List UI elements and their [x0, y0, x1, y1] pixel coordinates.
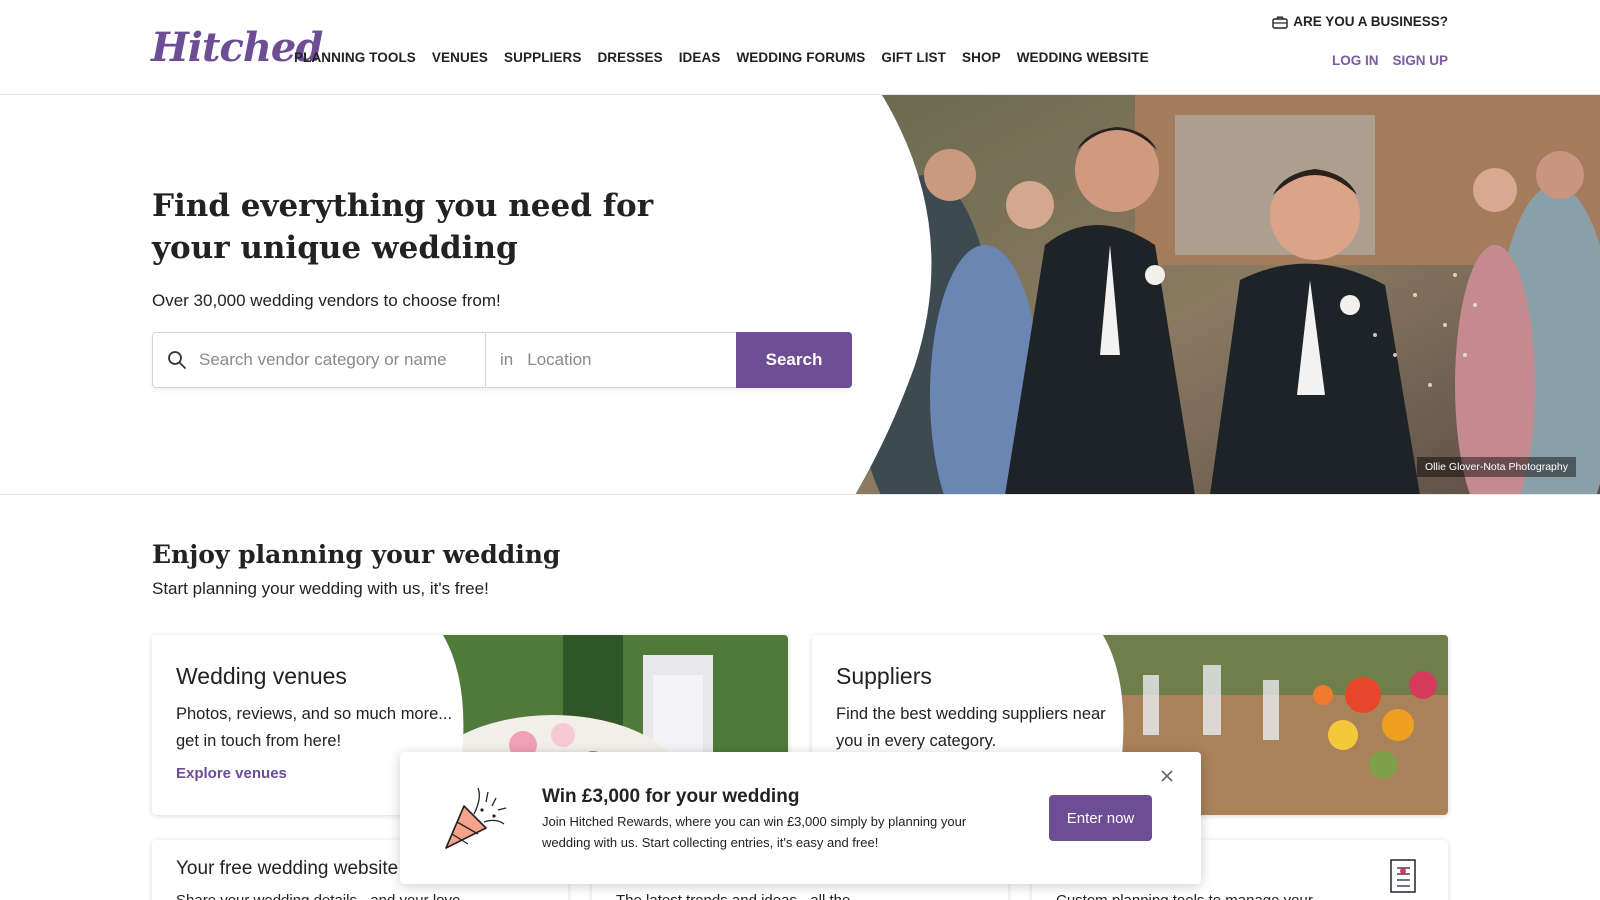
hero-subtitle: Over 30,000 wedding vendors to choose fr…	[152, 291, 501, 310]
suppliers-card-title: Suppliers	[836, 663, 932, 689]
explore-venues-link[interactable]: Explore venues	[176, 765, 287, 782]
venues-card-title: Wedding venues	[176, 663, 347, 689]
nav-venues[interactable]: VENUES	[432, 50, 488, 65]
ideas-card-desc: The latest trends and ideas - all the	[616, 892, 850, 900]
search-button[interactable]: Search	[736, 332, 852, 388]
main-nav: PLANNING TOOLS VENUES SUPPLIERS DRESSES …	[294, 50, 1165, 65]
location-field: in	[486, 333, 737, 387]
nav-wedding-website[interactable]: WEDDING WEBSITE	[1017, 50, 1149, 65]
close-icon[interactable]	[1157, 766, 1177, 786]
nav-shop[interactable]: SHOP	[962, 50, 1001, 65]
party-popper-icon	[445, 787, 507, 849]
business-link-label: ARE YOU A BUSINESS?	[1293, 14, 1448, 29]
category-search-input[interactable]	[199, 350, 469, 370]
enter-now-button[interactable]: Enter now	[1049, 795, 1152, 841]
photo-credit: Ollie Glover-Nota Photography	[1417, 457, 1576, 477]
notebook-icon	[1390, 859, 1416, 893]
rewards-popup: Win £3,000 for your wedding Join Hitched…	[400, 752, 1201, 884]
popup-text: Join Hitched Rewards, where you can win …	[542, 814, 967, 850]
nav-planning-tools[interactable]: PLANNING TOOLS	[294, 50, 416, 65]
section-title: Enjoy planning your wedding	[152, 540, 561, 569]
planning-tools-card-desc: Custom planning tools to manage your	[1056, 892, 1313, 900]
wedding-website-card-desc: Share your wedding details - and your lo…	[176, 892, 460, 900]
nav-suppliers[interactable]: SUPPLIERS	[504, 50, 581, 65]
hero-section: Find everything you need for your unique…	[0, 95, 1600, 495]
nav-ideas[interactable]: IDEAS	[679, 50, 721, 65]
popup-title: Win £3,000 for your wedding	[542, 786, 800, 807]
wedding-website-card-title: Your free wedding website	[176, 858, 399, 879]
venues-card-desc: Photos, reviews, and so much more... get…	[176, 705, 453, 750]
auth-links: LOG IN SIGN UP	[1332, 53, 1448, 68]
nav-gift-list[interactable]: GIFT LIST	[881, 50, 946, 65]
signup-link[interactable]: SIGN UP	[1392, 53, 1448, 68]
vendor-search-bar: in Search	[152, 332, 852, 388]
briefcase-icon	[1272, 16, 1288, 29]
section-subtitle: Start planning your wedding with us, it'…	[152, 579, 489, 598]
category-field	[153, 333, 486, 387]
nav-dresses[interactable]: DRESSES	[597, 50, 662, 65]
suppliers-card-desc: Find the best wedding suppliers near you…	[836, 705, 1106, 750]
login-link[interactable]: LOG IN	[1332, 53, 1379, 68]
site-header: Hitched PLANNING TOOLS VENUES SUPPLIERS …	[0, 0, 1600, 95]
hero-photo	[855, 95, 1600, 494]
nav-wedding-forums[interactable]: WEDDING FORUMS	[736, 50, 865, 65]
search-icon	[168, 351, 186, 369]
business-link[interactable]: ARE YOU A BUSINESS?	[1272, 14, 1448, 29]
hero-title: Find everything you need for your unique…	[152, 188, 654, 266]
in-label: in	[500, 350, 514, 369]
location-input[interactable]	[527, 350, 728, 370]
